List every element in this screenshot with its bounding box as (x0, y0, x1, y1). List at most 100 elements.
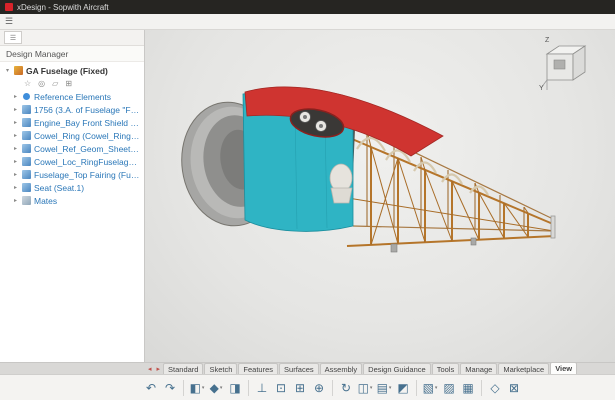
zoom-area-button[interactable]: ⊞ (291, 378, 309, 398)
scene-button[interactable]: ▧▾ (421, 378, 439, 398)
chevron-down-icon[interactable]: ▾ (370, 385, 373, 391)
expand-icon[interactable]: ▸ (12, 119, 19, 126)
tab-manage[interactable]: Manage (460, 363, 497, 374)
tree-item-component[interactable]: ▸ 1756 (3.A. of Fuselage "Fixed E... (0, 103, 144, 116)
tree-item-component[interactable]: ▸ Cowel_Ref_Geom_Sheetmetal (... (0, 142, 144, 155)
section-view-icon: ◨ (229, 381, 240, 395)
tab-scroll-right-icon[interactable]: ▸ (155, 365, 163, 373)
normal-to-icon: ⊥ (257, 381, 267, 395)
expand-icon[interactable]: ▸ (12, 197, 19, 204)
tree-item-component[interactable]: ▸ Cowel_Loc_RingFuselage_Side... (0, 155, 144, 168)
ambient-shadow-icon: ▨ (443, 381, 454, 395)
bottom-toolbar: ↶ ↷ ◧▾ ◆▾ ◨ ⊥ ⊡ ⊞ ⊕ ↻ ◫▾ ▤▾ ◩ ▧▾ ▨ ▦ ◇ ⊠ (0, 374, 615, 400)
chevron-down-icon[interactable]: ▾ (202, 385, 205, 391)
component-icon (22, 170, 31, 179)
component-icon (22, 183, 31, 192)
tab-assembly[interactable]: Assembly (320, 363, 363, 374)
tree-root-label: GA Fuselage (Fixed) (26, 66, 108, 76)
tree-item-component[interactable]: ▸ Engine_Bay Front Shield Sub-A... (0, 116, 144, 129)
axis-z-label: Z (545, 37, 549, 44)
undo-icon: ↶ (146, 381, 156, 395)
titlebar: xDesign - Sopwith Aircraft (0, 0, 615, 14)
tab-view[interactable]: View (550, 362, 577, 374)
grid-display-button[interactable]: ▦ (459, 378, 477, 398)
redo-button[interactable]: ↷ (161, 378, 179, 398)
tree-quick-actions: ☆ ◎ ▱ ⊞ (0, 77, 144, 90)
pan-icon: ⊕ (314, 381, 324, 395)
toolbar-separator (248, 380, 249, 396)
tree-item-component[interactable]: ▸ Fuselage_Top Fairing (Fuselage... (0, 168, 144, 181)
zoom-area-icon: ⊞ (295, 381, 305, 395)
expand-icon[interactable]: ▸ (12, 184, 19, 191)
undo-button[interactable]: ↶ (142, 378, 160, 398)
zoom-fit-button[interactable]: ⊡ (272, 378, 290, 398)
standard-views-icon: ◆ (210, 381, 219, 395)
rotate-view-icon: ↻ (341, 381, 351, 395)
component-icon (22, 157, 31, 166)
top-toolbar: ☰ (0, 14, 615, 30)
tab-features[interactable]: Features (238, 363, 278, 374)
appearance-button[interactable]: ◩ (394, 378, 412, 398)
full-screen-button[interactable]: ⊠ (505, 378, 523, 398)
normal-to-button[interactable]: ⊥ (253, 378, 271, 398)
tree-item-component[interactable]: ▸ Seat (Seat.1) (0, 181, 144, 194)
view-cube[interactable]: Z Y (539, 38, 593, 96)
expand-icon[interactable]: ▸ (12, 145, 19, 152)
ambient-shadow-button[interactable]: ▨ (440, 378, 458, 398)
hide-show-button[interactable]: ▤▾ (375, 378, 393, 398)
tree-item-component[interactable]: ▸ Cowel_Ring (Cowel_Ring.1) (0, 129, 144, 142)
toolbar-separator (481, 380, 482, 396)
tree-tab-icon[interactable]: ☰ (4, 31, 22, 44)
reference-plane-icon[interactable]: ▱ (52, 79, 58, 88)
reference-elements-icon (23, 93, 30, 100)
mates-icon (22, 196, 31, 205)
viewport-3d[interactable]: Z Y (145, 30, 615, 362)
pan-button[interactable]: ⊕ (310, 378, 328, 398)
perspective-button[interactable]: ◇ (486, 378, 504, 398)
component-icon (22, 105, 31, 114)
tab-tools[interactable]: Tools (432, 363, 460, 374)
chevron-down-icon[interactable]: ▾ (389, 385, 392, 391)
expand-icon[interactable]: ▸ (12, 132, 19, 139)
appearance-icon: ◩ (397, 381, 408, 395)
toolbar-separator (332, 380, 333, 396)
rotate-view-button[interactable]: ↻ (337, 378, 355, 398)
tab-marketplace[interactable]: Marketplace (498, 363, 549, 374)
tab-design-guidance[interactable]: Design Guidance (363, 363, 431, 374)
expand-icon[interactable]: ▸ (12, 106, 19, 113)
view-orientation-button[interactable]: ◧▾ (188, 378, 206, 398)
collapse-icon[interactable]: ▾ (4, 67, 11, 74)
ribbon-tab-bar: ◂ ▸ Standard Sketch Features Surfaces As… (0, 362, 615, 374)
chevron-down-icon[interactable]: ▾ (220, 385, 223, 391)
standard-views-button[interactable]: ◆▾ (207, 378, 225, 398)
view-orientation-icon: ◧ (190, 381, 201, 395)
tree-item-mates[interactable]: ▸ Mates (0, 194, 144, 207)
display-style-button[interactable]: ◫▾ (356, 378, 374, 398)
toolbar-separator (183, 380, 184, 396)
section-view-button[interactable]: ◨ (226, 378, 244, 398)
tab-surfaces[interactable]: Surfaces (279, 363, 319, 374)
design-manager-panel: ☰ Design Manager ▾ GA Fuselage (Fixed) ☆… (0, 30, 145, 362)
axis-y-label: Y (539, 85, 544, 92)
menu-icon[interactable]: ☰ (5, 16, 13, 27)
expand-icon[interactable]: ▸ (12, 171, 19, 178)
tree-item-reference-elements[interactable]: ▸ Reference Elements (0, 90, 144, 103)
component-icon (22, 131, 31, 140)
origin-icon[interactable]: ◎ (38, 79, 45, 88)
expand-icon[interactable]: ▸ (12, 93, 19, 100)
main-content: ☰ Design Manager ▾ GA Fuselage (Fixed) ☆… (0, 30, 615, 362)
design-tree: ▾ GA Fuselage (Fixed) ☆ ◎ ▱ ⊞ ▸ Referenc… (0, 62, 144, 362)
component-icon (22, 144, 31, 153)
perspective-icon: ◇ (490, 381, 499, 395)
chevron-down-icon[interactable]: ▾ (435, 385, 438, 391)
component-icon (22, 118, 31, 127)
tab-scroll-left-icon[interactable]: ◂ (146, 365, 154, 373)
tree-root-item[interactable]: ▾ GA Fuselage (Fixed) (0, 64, 144, 77)
app-logo-icon (5, 3, 13, 11)
favorite-star-icon[interactable]: ☆ (24, 79, 31, 88)
tab-standard[interactable]: Standard (163, 363, 203, 374)
tab-sketch[interactable]: Sketch (204, 363, 237, 374)
view-cube-graphic[interactable] (539, 38, 593, 96)
grid-icon[interactable]: ⊞ (65, 79, 72, 88)
expand-icon[interactable]: ▸ (12, 158, 19, 165)
